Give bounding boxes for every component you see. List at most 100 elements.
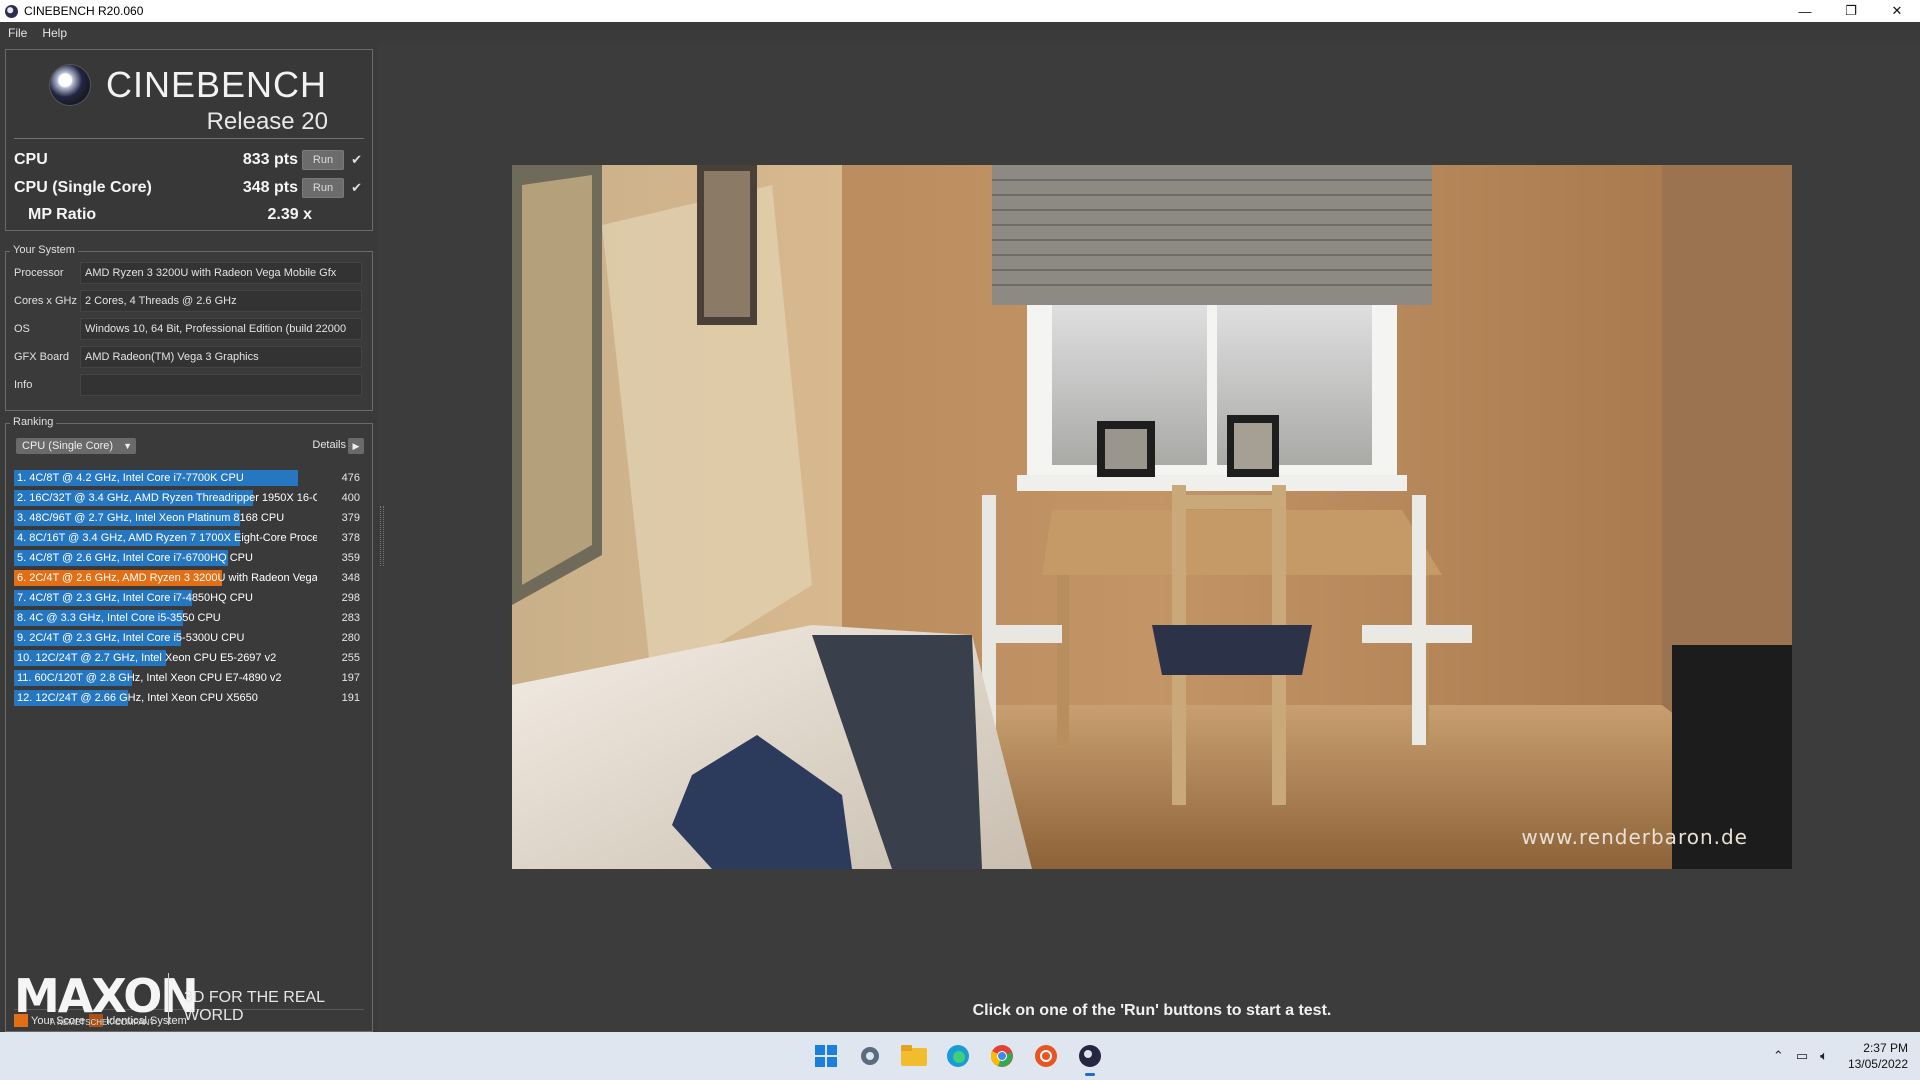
cpu-score: 833 pts [242,151,298,168]
ranking-test-dropdown[interactable]: CPU (Single Core) ▼ [16,438,136,454]
single-core-score-row: CPU (Single Core) 348 pts Run ✔ [14,176,364,200]
cpu-run-button[interactable]: Run [302,150,344,170]
ranking-row[interactable]: 1. 4C/8T @ 4.2 GHz, Intel Core i7-7700K … [14,468,364,488]
ranking-score: 197 [341,672,360,684]
maxon-logo: MAXON [14,969,199,1023]
ranking-row[interactable]: 4. 8C/16T @ 3.4 GHz, AMD Ryzen 7 1700X E… [14,528,364,548]
render-watermark: www.renderbaron.de [1521,825,1748,849]
details-label: Details [312,439,346,451]
details-button[interactable]: ▶ [348,438,364,454]
ranking-row[interactable]: 2. 16C/32T @ 3.4 GHz, AMD Ryzen Threadri… [14,488,364,508]
ranking-list: 1. 4C/8T @ 4.2 GHz, Intel Core i7-7700K … [14,468,364,708]
system-tray: ⌃ ▭ 🔈︎ 2:37 PM 13/05/2022 [1773,1032,1908,1080]
ranking-label: 6. 2C/4T @ 2.6 GHz, AMD Ryzen 3 3200U wi… [17,572,317,584]
os-field[interactable]: Windows 10, 64 Bit, Professional Edition… [80,318,362,340]
ranking-score: 280 [341,632,360,644]
ranking-label: 7. 4C/8T @ 2.3 GHz, Intel Core i7-4850HQ… [17,592,253,604]
ranking-score: 283 [341,612,360,624]
ranking-row[interactable]: 7. 4C/8T @ 2.3 GHz, Intel Core i7-4850HQ… [14,588,364,608]
header-divider [14,138,364,139]
network-icon[interactable]: ▭ [1796,1048,1808,1064]
single-core-label: CPU (Single Core) [14,179,152,196]
left-panel: CINEBENCH Release 20 CPU 833 pts Run ✔ C… [0,44,378,1032]
taskbar: ⌃ ▭ 🔈︎ 2:37 PM 13/05/2022 [0,1032,1920,1080]
ranking-label: 11. 60C/120T @ 2.8 GHz, Intel Xeon CPU E… [17,672,282,684]
restore-button[interactable]: ❐ [1828,0,1874,22]
ranking-row[interactable]: 3. 48C/96T @ 2.7 GHz, Intel Xeon Platinu… [14,508,364,528]
ranking-score: 400 [341,492,360,504]
mp-ratio-value: 2.39 x [267,206,312,223]
ranking-row[interactable]: 9. 2C/4T @ 2.3 GHz, Intel Core i5-5300U … [14,628,364,648]
gfx-label: GFX Board [14,351,70,363]
cores-label: Cores x GHz [14,295,77,307]
processor-field[interactable]: AMD Ryzen 3 3200U with Radeon Vega Mobil… [80,262,362,284]
panel-splitter-handle[interactable] [380,506,384,566]
status-message: Click on one of the 'Run' buttons to sta… [972,1002,1332,1019]
product-title: CINEBENCH [106,64,328,105]
ranking-label: 12. 12C/24T @ 2.66 GHz, Intel Xeon CPU X… [17,692,258,704]
menu-bar: File Help [0,22,1920,44]
single-core-run-button[interactable]: Run [302,178,344,198]
ranking-score: 476 [341,472,360,484]
ranking-score: 379 [341,512,360,524]
os-row: OS Windows 10, 64 Bit, Professional Edit… [14,318,364,340]
render-scene-image [512,165,1792,869]
minimize-button[interactable]: — [1782,0,1828,22]
chevron-down-icon: ▼ [123,441,132,451]
ranking-row[interactable]: 8. 4C @ 3.3 GHz, Intel Core i5-3550 CPU 2… [14,608,364,628]
cpu-checkbox-icon[interactable]: ✔ [351,152,362,168]
menu-help[interactable]: Help [42,26,67,40]
ranking-row[interactable]: 5. 4C/8T @ 2.6 GHz, Intel Core i7-6700HQ… [14,548,364,568]
edge-browser-icon[interactable] [942,1040,974,1072]
clock[interactable]: 2:37 PM 13/05/2022 [1848,1040,1908,1072]
mp-ratio-row: MP Ratio 2.39 x [28,203,364,227]
cinebench-app-icon [5,4,18,18]
ranking-label: 4. 8C/16T @ 3.4 GHz, AMD Ryzen 7 1700X E… [17,532,317,544]
processor-row: Processor AMD Ryzen 3 3200U with Radeon … [14,262,364,284]
ranking-panel: Ranking CPU (Single Core) ▼ Details ▶ 1.… [5,416,373,1032]
cinebench-taskbar-icon[interactable] [1074,1040,1106,1076]
chrome-browser-icon[interactable] [986,1040,1018,1072]
ranking-label: 8. 4C @ 3.3 GHz, Intel Core i5-3550 CPU [17,612,221,624]
ranking-row[interactable]: 11. 60C/120T @ 2.8 GHz, Intel Xeon CPU E… [14,668,364,688]
file-explorer-icon[interactable] [898,1040,930,1072]
render-viewport: www.renderbaron.de [512,165,1792,869]
arrow-right-icon: ▶ [352,440,360,451]
volume-icon[interactable]: 🔈︎ [1820,1048,1828,1064]
clock-time: 2:37 PM [1863,1041,1908,1055]
chevron-up-icon[interactable]: ⌃ [1773,1048,1784,1064]
cinema4d-logo-icon [50,65,90,105]
ranking-row[interactable]: 12. 12C/24T @ 2.66 GHz, Intel Xeon CPU X… [14,688,364,708]
your-system-panel: Your System Processor AMD Ryzen 3 3200U … [5,244,373,411]
ranking-score: 298 [341,592,360,604]
menu-file[interactable]: File [8,26,27,40]
cinebench-logo: CINEBENCH [50,64,327,106]
cores-row: Cores x GHz 2 Cores, 4 Threads @ 2.6 GHz [14,290,364,312]
cores-field[interactable]: 2 Cores, 4 Threads @ 2.6 GHz [80,290,362,312]
maxon-tagline: 3D FOR THE REAL WORLD [184,989,325,1024]
info-field[interactable] [80,374,362,396]
ranking-score: 348 [341,572,360,584]
settings-gear-icon[interactable] [854,1040,886,1072]
ranking-row[interactable]: 6. 2C/4T @ 2.6 GHz, AMD Ryzen 3 3200U wi… [14,568,364,588]
ranking-label: 9. 2C/4T @ 2.3 GHz, Intel Core i5-5300U … [17,632,245,644]
start-icon[interactable] [810,1040,842,1072]
single-core-checkbox-icon[interactable]: ✔ [351,180,362,196]
release-label: Release 20 [206,108,328,135]
ranking-title: Ranking [10,416,57,428]
taskbar-apps [810,1040,1118,1076]
gfx-field[interactable]: AMD Radeon(TM) Vega 3 Graphics [80,346,362,368]
gfx-row: GFX Board AMD Radeon(TM) Vega 3 Graphics [14,346,364,368]
ranking-label: 10. 12C/24T @ 2.7 GHz, Intel Xeon CPU E5… [17,652,277,664]
ubuntu-icon[interactable] [1030,1040,1062,1072]
os-label: OS [14,323,30,335]
ranking-score: 359 [341,552,360,564]
info-label: Info [14,379,33,391]
close-button[interactable]: ✕ [1874,0,1920,22]
ranking-score: 191 [341,692,360,704]
ranking-row[interactable]: 10. 12C/24T @ 2.7 GHz, Intel Xeon CPU E5… [14,648,364,668]
window-controls: — ❐ ✕ [1782,0,1920,22]
single-core-score: 348 pts [242,179,298,196]
title-bar: CINEBENCH R20.060 — ❐ ✕ [0,0,1920,22]
window-title: CINEBENCH R20.060 [24,4,144,18]
